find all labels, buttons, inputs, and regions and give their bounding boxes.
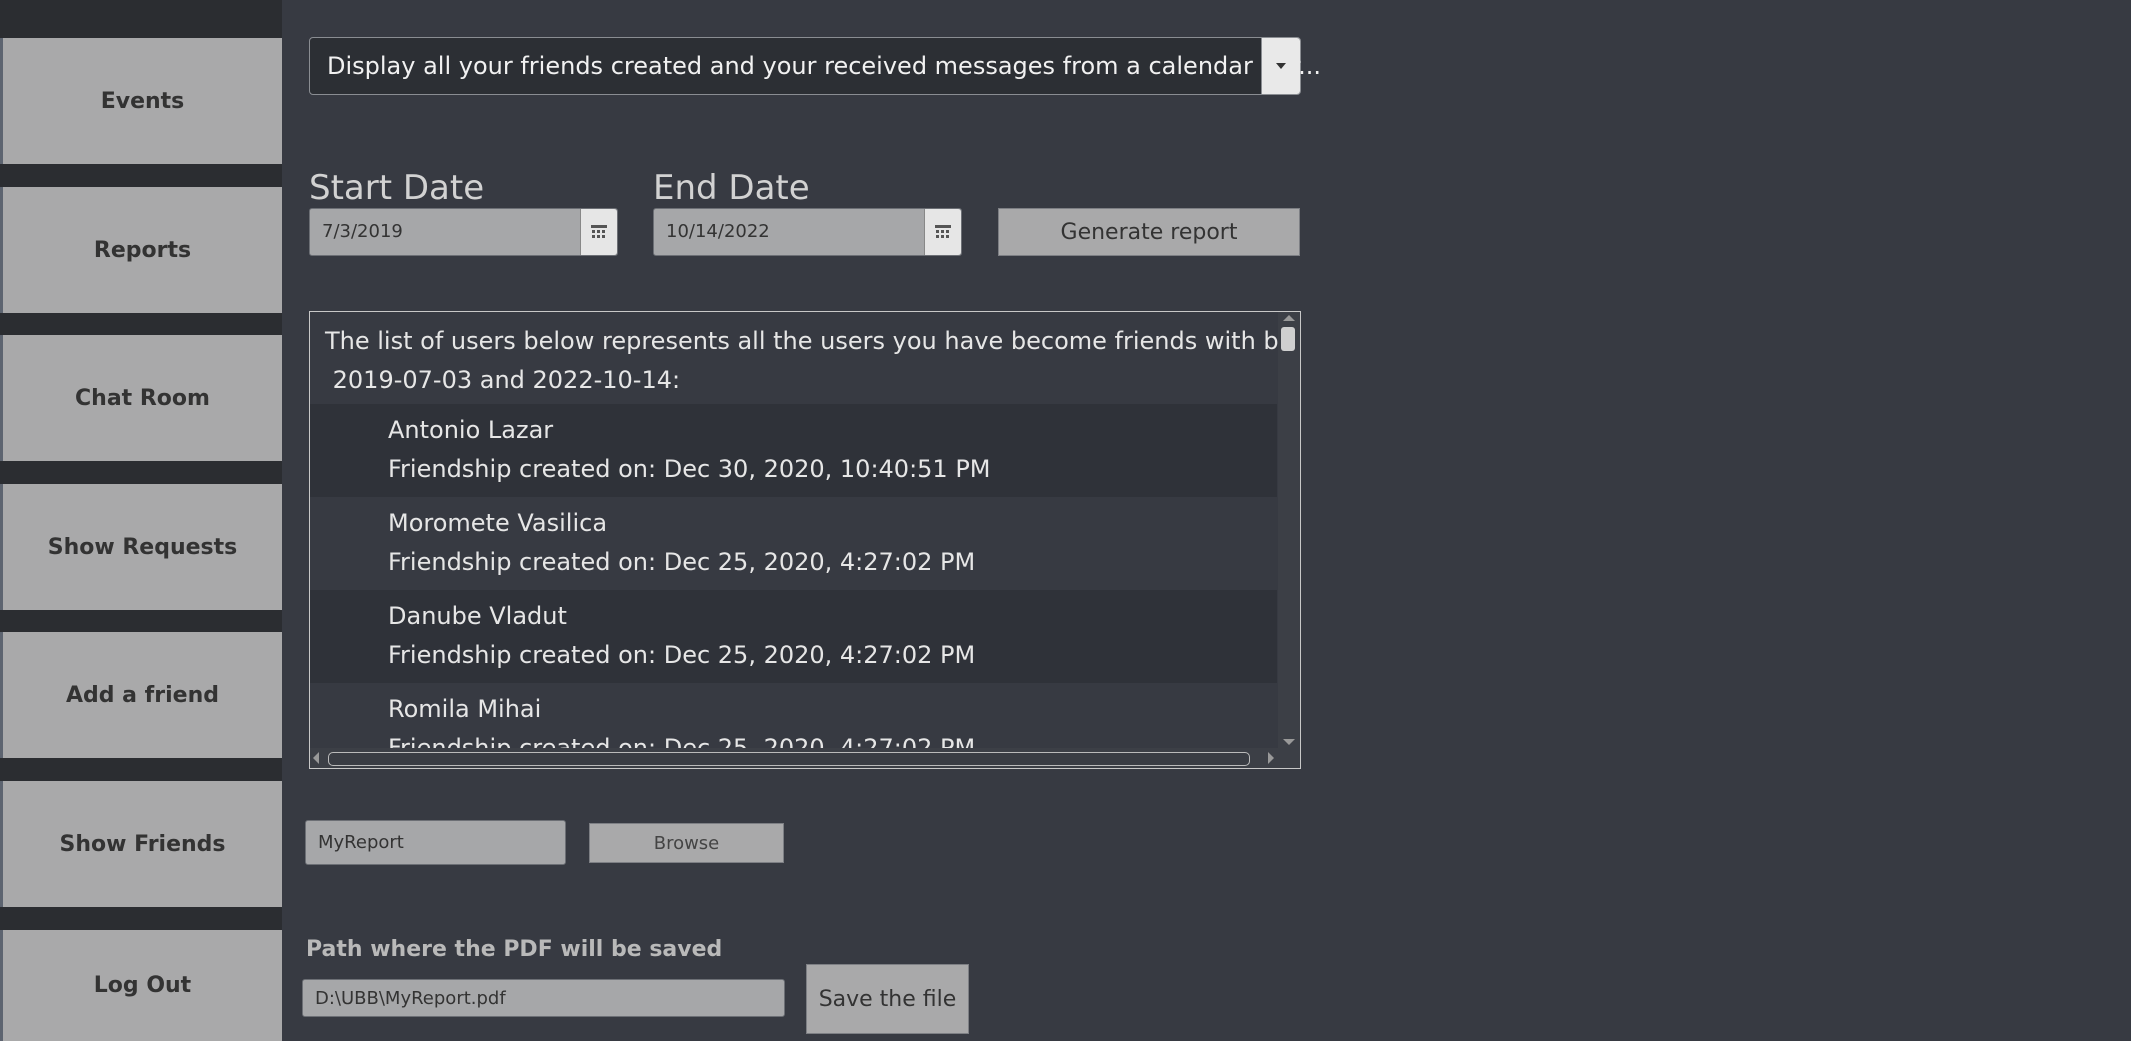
end-date-calendar-button[interactable] [924, 209, 961, 255]
pdf-path-input[interactable]: D:\UBB\MyReport.pdf [302, 979, 785, 1017]
chevron-down-icon [1276, 63, 1286, 69]
sidebar-item-log-out[interactable]: Log Out [0, 930, 282, 1041]
calendar-icon [591, 225, 607, 238]
generate-report-button[interactable]: Generate report [998, 208, 1300, 256]
sidebar-item-add-friend[interactable]: Add a friend [0, 632, 282, 758]
start-date-picker[interactable]: 7/3/2019 [309, 208, 618, 256]
friend-name: Moromete Vasilica [388, 509, 608, 537]
browse-button[interactable]: Browse [589, 823, 784, 863]
friendship-date: Friendship created on: Dec 30, 2020, 10:… [388, 455, 991, 483]
scroll-up-icon[interactable] [1283, 315, 1295, 321]
save-file-button[interactable]: Save the file [806, 964, 969, 1034]
sidebar-item-show-requests[interactable]: Show Requests [0, 484, 282, 610]
dropdown-arrow-button[interactable] [1261, 38, 1300, 94]
scroll-thumb[interactable] [328, 752, 1250, 766]
vertical-scrollbar[interactable] [1278, 312, 1300, 748]
sidebar-item-show-friends[interactable]: Show Friends [0, 781, 282, 907]
friend-name: Romila Mihai [388, 695, 542, 723]
list-item: Moromete Vasilica Friendship created on:… [310, 497, 1277, 590]
scroll-left-icon[interactable] [313, 752, 319, 764]
sidebar-item-events[interactable]: Events [0, 38, 282, 164]
end-date-value[interactable]: 10/14/2022 [666, 209, 770, 255]
report-type-selected: Display all your friends created and you… [327, 52, 1322, 80]
start-date-calendar-button[interactable] [580, 209, 617, 255]
sidebar-item-chat-room[interactable]: Chat Room [0, 335, 282, 461]
friend-name: Danube Vladut [388, 602, 567, 630]
scroll-right-icon[interactable] [1268, 752, 1274, 764]
sidebar-item-reports[interactable]: Reports [0, 187, 282, 313]
end-date-picker[interactable]: 10/14/2022 [653, 208, 962, 256]
horizontal-scrollbar[interactable] [310, 748, 1300, 768]
list-item: Antonio Lazar Friendship created on: Dec… [310, 404, 1277, 497]
report-type-select[interactable]: Display all your friends created and you… [309, 37, 1321, 95]
sidebar: Events Reports Chat Room Show Requests A… [0, 0, 282, 1041]
start-date-value[interactable]: 7/3/2019 [322, 209, 403, 255]
report-header: The list of users below represents all t… [325, 327, 1300, 394]
list-item: Danube Vladut Friendship created on: Dec… [310, 590, 1277, 683]
friendship-date: Friendship created on: Dec 25, 2020, 4:2… [388, 641, 976, 669]
path-label: Path where the PDF will be saved [306, 937, 723, 962]
calendar-icon [935, 225, 951, 238]
end-date-label: End Date [653, 168, 810, 208]
friendship-date: Friendship created on: Dec 25, 2020, 4:2… [388, 548, 976, 576]
start-date-label: Start Date [309, 168, 485, 208]
file-name-input[interactable]: MyReport [305, 820, 566, 865]
scroll-down-icon[interactable] [1283, 739, 1295, 745]
scroll-thumb[interactable] [1281, 327, 1295, 351]
friend-name: Antonio Lazar [388, 416, 554, 444]
report-text-area[interactable]: The list of users below represents all t… [309, 311, 1301, 769]
